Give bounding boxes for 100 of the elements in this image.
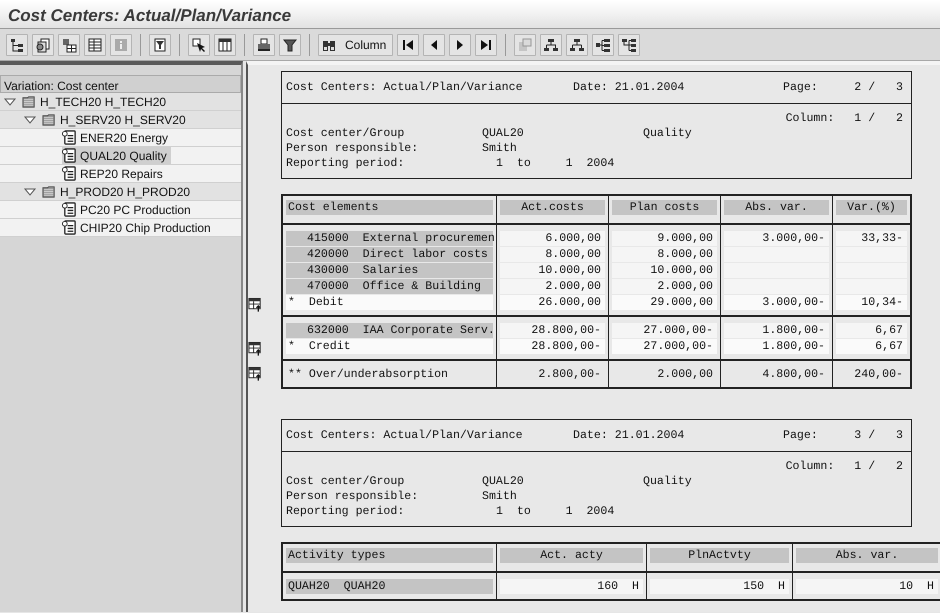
table-cell: 6.000,00 — [500, 231, 605, 246]
toolbar-button[interactable] — [32, 34, 54, 56]
column-label: Column: — [786, 459, 834, 474]
table-cell-text: 2.800,00- — [537, 367, 602, 382]
table-cell: 160 H — [500, 579, 643, 594]
field-value: 1 to 1 2004 — [495, 504, 616, 519]
hierarchy-icon — [9, 36, 25, 52]
toolbar-button[interactable] — [214, 34, 236, 56]
table-cell: 29.000,00 — [612, 295, 717, 310]
toolbar-button[interactable] — [58, 34, 80, 56]
window-title: Cost Centers: Actual/Plan/Variance — [8, 5, 292, 27]
document-list-icon — [62, 166, 77, 181]
toolbar-button[interactable] — [618, 34, 640, 56]
table-arrow-icon[interactable] — [248, 340, 263, 356]
column-header: Act.costs — [500, 200, 605, 215]
field-value: Smith — [482, 141, 518, 156]
field-label: Person responsible: — [286, 489, 420, 504]
date-label: Date: — [573, 80, 608, 95]
columns-icon — [217, 36, 233, 52]
table-cell: 10,34- — [836, 295, 907, 310]
page-value: 2 / 3 — [854, 80, 903, 95]
table-cell-text: 4.800,00- — [761, 367, 826, 382]
document-list-icon — [62, 220, 77, 235]
document-list-icon — [62, 130, 77, 145]
row-label: ** Over/underabsorption — [287, 367, 450, 382]
tree-item[interactable]: QUAL20 Quality — [62, 147, 171, 164]
toolbar-button[interactable] — [253, 34, 275, 56]
toolbar-button[interactable] — [188, 34, 210, 56]
field-label: Person responsible: — [286, 141, 420, 156]
column-header: Cost elements — [286, 200, 493, 215]
table-cell: 8.000,00 — [500, 247, 605, 262]
row-label: * Debit — [286, 295, 493, 310]
printer-icon — [256, 36, 272, 52]
row-label: * Credit — [286, 339, 493, 354]
documents-icon — [35, 36, 51, 52]
table-arrow-icon[interactable] — [248, 296, 263, 312]
toolbar-button[interactable] — [279, 34, 301, 56]
date-value: 21.01.2004 — [614, 80, 684, 95]
table-cell: 6,67 — [836, 323, 907, 338]
filter-document-icon — [152, 36, 168, 52]
table-cell: 1.800,00- — [724, 339, 829, 354]
column-header: Plan costs — [612, 200, 717, 215]
field-value: QUAL20 — [482, 126, 525, 141]
column-header: Abs. var. — [796, 548, 938, 563]
toolbar-button[interactable] — [6, 34, 28, 56]
toolbar-button[interactable] — [84, 34, 106, 56]
table-cell: 33,33- — [836, 231, 907, 246]
field-value: Smith — [482, 489, 518, 504]
row-label: 632000 IAA Corporate Serv. — [286, 323, 493, 338]
grid-icon — [61, 36, 77, 52]
page-label: Page: — [783, 428, 819, 443]
field-label: Reporting period: — [286, 156, 406, 171]
table-cell: 2.000,00 — [500, 279, 605, 294]
column-label: Column: — [786, 111, 834, 126]
document-list-icon — [62, 202, 77, 217]
table-icon — [87, 36, 103, 52]
toolbar-button[interactable] — [397, 34, 420, 56]
table-cell: 27.000,00- — [612, 339, 717, 354]
column-header: Activity types — [286, 548, 493, 563]
toolbar-button[interactable] — [592, 34, 614, 56]
table-cell: 10.000,00 — [500, 263, 605, 278]
column-value: 1 / 2 — [854, 459, 903, 474]
toolbar-button[interactable] — [149, 34, 171, 56]
table-cell: 1.800,00- — [724, 323, 829, 338]
expand-arrow-icon[interactable] — [24, 186, 36, 196]
row-label: 415000 External procuremen — [286, 231, 493, 246]
table-cell: 9.000,00 — [612, 231, 717, 246]
table-cell: 27.000,00- — [612, 323, 717, 338]
date-label: Date: — [573, 428, 608, 443]
field-value: QUAL20 — [482, 474, 525, 489]
document-list-icon — [62, 148, 77, 163]
table-cell: 3.000,00- — [724, 231, 829, 246]
field-label: Cost center/Group — [286, 474, 406, 489]
table-cell: 3.000,00- — [724, 295, 829, 310]
table-cell: 150 H — [650, 579, 789, 594]
table-cell: 8.000,00 — [612, 247, 717, 262]
table-cell: 6,67 — [836, 339, 907, 354]
column-header: Act. acty — [500, 548, 643, 563]
toolbar-button[interactable] — [423, 34, 446, 56]
column-header: PlnActvty — [650, 548, 789, 563]
toolbar-button[interactable] — [475, 34, 498, 56]
toolbar-button[interactable] — [566, 34, 588, 56]
table-cell: 26.000,00 — [500, 295, 605, 310]
report-title: Cost Centers: Actual/Plan/Variance — [286, 80, 524, 95]
toolbar-button[interactable] — [449, 34, 472, 56]
toolbar-button[interactable] — [540, 34, 562, 56]
table-cell-text: 240,00- — [853, 367, 904, 382]
table-cell: 28.800,00- — [500, 339, 605, 354]
row-label: 430000 Salaries — [286, 263, 493, 278]
expand-arrow-icon[interactable] — [4, 96, 16, 106]
column-button[interactable]: Column — [318, 34, 394, 56]
page-value: 3 / 3 — [854, 428, 903, 443]
report-title: Cost Centers: Actual/Plan/Variance — [286, 428, 524, 443]
column-header: Abs. var. — [724, 200, 829, 215]
panel-header: Variation: Cost center — [0, 75, 241, 93]
expand-arrow-icon[interactable] — [24, 114, 36, 124]
table-arrow-icon[interactable] — [248, 366, 263, 382]
cursor-icon — [191, 36, 207, 52]
page-label: Page: — [783, 80, 819, 95]
table-cell: 10.000,00 — [612, 263, 717, 278]
